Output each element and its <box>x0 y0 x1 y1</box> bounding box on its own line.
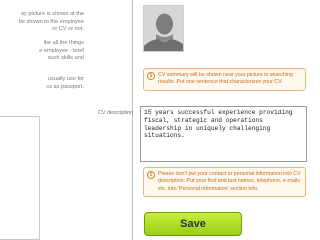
contact-info-notice-text: Please don't put your contact or persona… <box>158 171 301 192</box>
summary-notice: i CV summary will be shown near your pic… <box>143 68 306 91</box>
cv-form-page: ay picture is shown at the be shown to t… <box>0 0 313 240</box>
profile-photo-placeholder[interactable] <box>143 5 184 52</box>
left-help-text-3: usually use for cs as passport. <box>46 76 84 90</box>
summary-notice-text: CV summary will be shown near your pictu… <box>158 72 293 86</box>
cv-description-textarea[interactable]: 15 years successful experience providing… <box>140 106 307 162</box>
left-input-panel[interactable] <box>0 116 40 240</box>
info-icon: i <box>147 171 155 179</box>
left-help-text-1: ay picture is shown at the be shown to t… <box>18 11 84 33</box>
contact-info-notice: i Please don't put your contact or perso… <box>143 167 306 197</box>
info-icon: i <box>147 72 155 80</box>
save-button[interactable]: Save <box>144 212 242 236</box>
person-silhouette-icon <box>144 6 183 51</box>
left-column: ay picture is shown at the be shown to t… <box>0 0 132 240</box>
left-help-text-2: ibe all the things e employee - brief su… <box>39 40 84 62</box>
column-divider <box>132 0 133 240</box>
cv-description-label: CV description <box>98 110 134 116</box>
